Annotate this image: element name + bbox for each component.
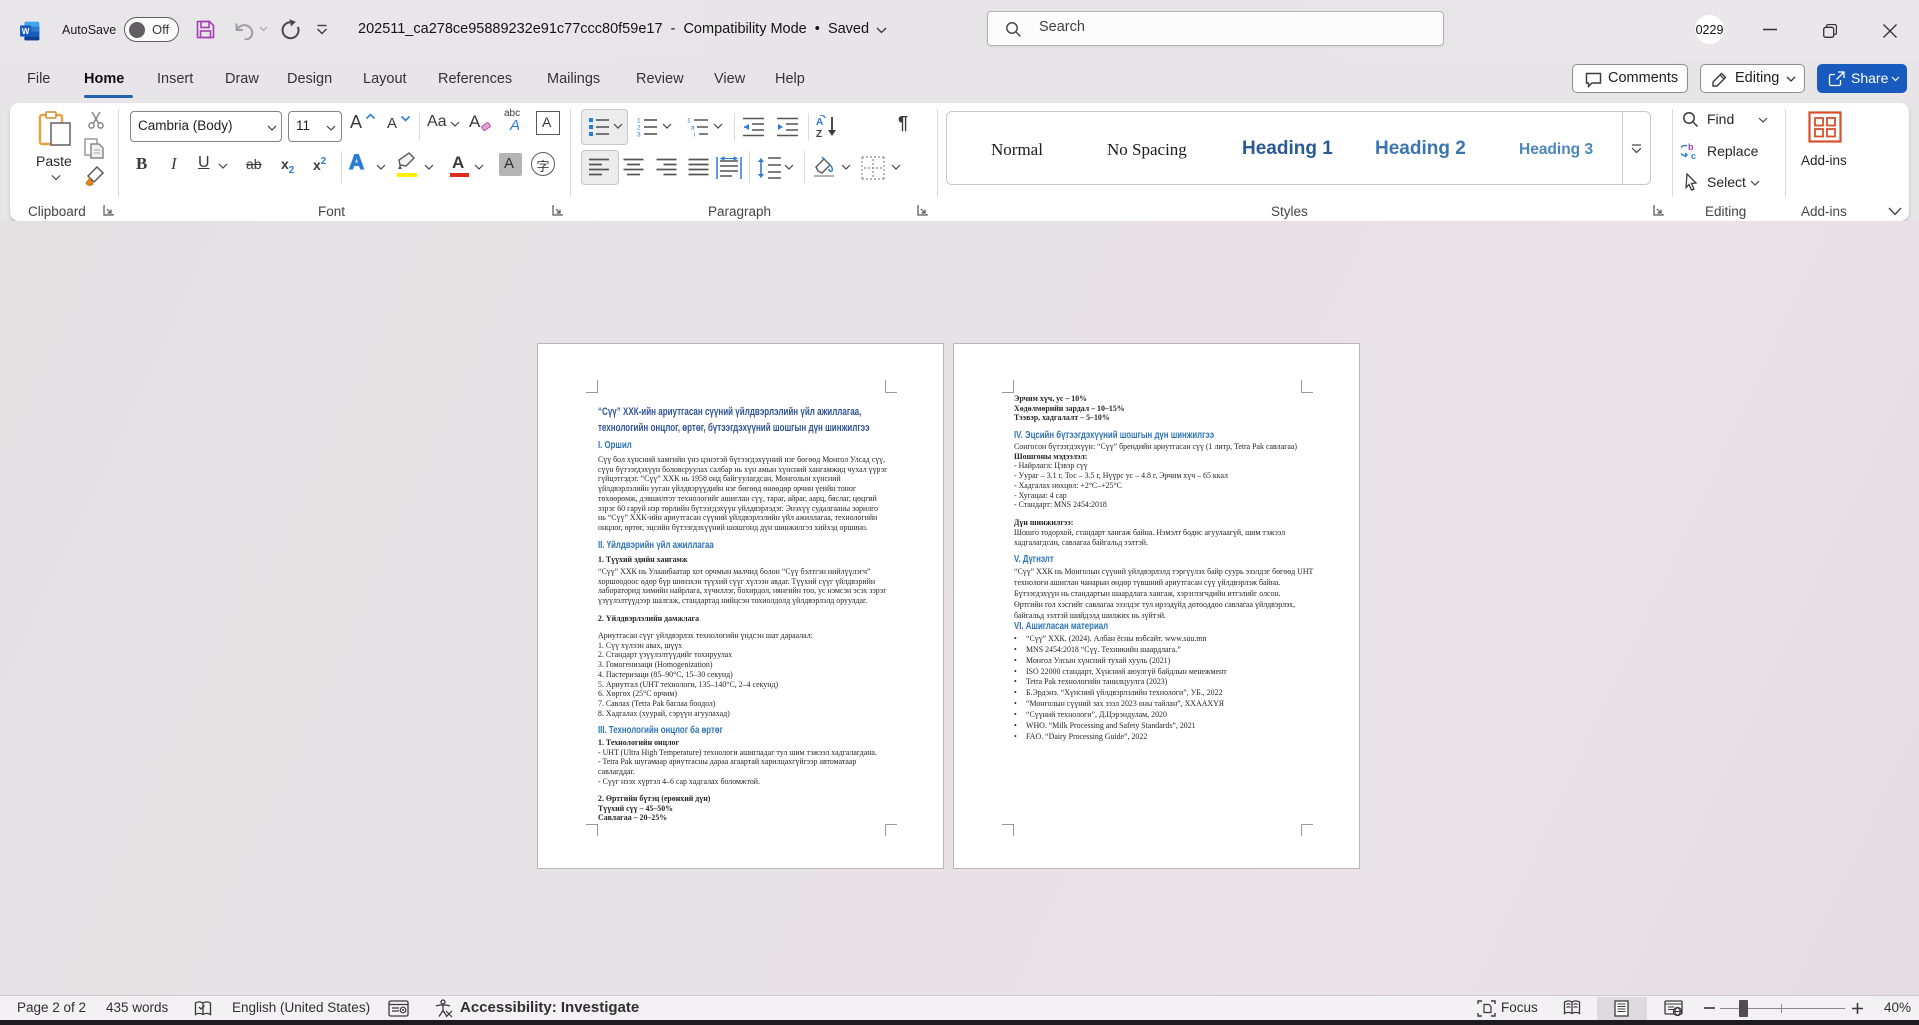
svg-text:A: A — [816, 117, 823, 128]
svg-text:1: 1 — [687, 118, 691, 125]
svg-text:2: 2 — [637, 125, 641, 132]
svg-text:1: 1 — [637, 118, 641, 125]
svg-text:Z: Z — [816, 129, 822, 139]
svg-text:3: 3 — [637, 132, 641, 139]
svg-text:a: a — [691, 125, 695, 132]
svg-text:i: i — [694, 132, 695, 139]
svg-text:c: c — [1691, 151, 1696, 161]
svg-text:W: W — [22, 27, 30, 36]
